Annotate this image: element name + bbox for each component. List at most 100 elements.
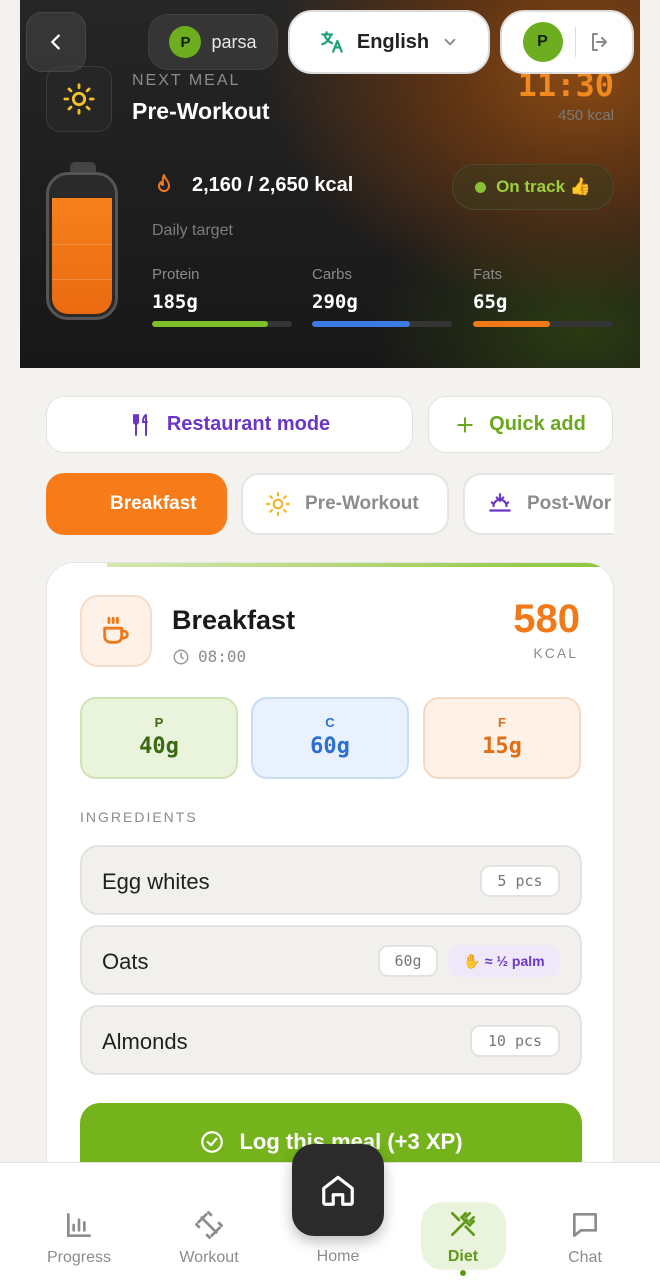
restaurant-mode-label: Restaurant mode: [166, 413, 331, 435]
nav-progress[interactable]: Progress: [24, 1207, 134, 1267]
macro-key: F: [498, 715, 506, 730]
ingredient-qty: 60g: [378, 945, 438, 977]
meal-title: Breakfast: [172, 605, 296, 635]
dumbbell-icon: [195, 1211, 223, 1239]
next-meal-label: NEXT MEAL: [132, 72, 241, 89]
back-button[interactable]: [26, 12, 86, 72]
divider: [574, 27, 576, 57]
calorie-bottle-fill: [52, 197, 112, 314]
meal-card: Breakfast 08:00 580 KCAL P 40g C 60g F 1…: [46, 562, 614, 1202]
macro-progress-fill: [473, 321, 550, 327]
restaurant-mode-button[interactable]: Restaurant mode: [46, 396, 413, 453]
next-meal-kcal: 450 kcal: [558, 107, 614, 124]
macro-amount: 40g: [139, 734, 179, 759]
next-meal-sun-badge: [46, 66, 112, 132]
ingredient-qty: 5 pcs: [480, 865, 560, 897]
ingredient-name: Oats: [102, 949, 149, 974]
macro-value: 65g: [473, 291, 508, 313]
nav-label: Diet: [447, 1248, 479, 1265]
tab-label: Post-Wor: [527, 493, 612, 514]
home-icon: [322, 1175, 354, 1206]
card-accent-line: [107, 563, 613, 567]
macro-value: 185g: [152, 291, 198, 313]
daily-target-label: Daily target: [152, 222, 233, 239]
clock-icon: [173, 649, 189, 664]
chevron-down-icon: [444, 38, 456, 46]
nav-label: Workout: [179, 1249, 239, 1266]
avatar: P: [169, 26, 202, 58]
macro-value: 290g: [312, 291, 358, 313]
language-label: English: [356, 30, 430, 53]
nav-home-button[interactable]: [292, 1144, 384, 1236]
flame-icon: [158, 174, 170, 192]
macro-fats: Fats 65g: [473, 266, 613, 327]
active-indicator: [460, 1270, 466, 1276]
nav-chat[interactable]: Chat: [530, 1207, 640, 1267]
meal-time: 08:00: [172, 647, 246, 666]
tab-pre-workout[interactable]: Pre-Workout: [241, 473, 449, 535]
account-avatar: P: [522, 22, 563, 62]
ingredient-name: Almonds: [102, 1029, 188, 1054]
meal-kcal-unit: KCAL: [533, 645, 578, 661]
logout-icon[interactable]: [588, 30, 612, 54]
nav-home-label: Home: [316, 1248, 360, 1265]
tab-label: Pre-Workout: [305, 493, 419, 514]
user-name: parsa: [211, 31, 257, 52]
quick-add-label: Quick add: [489, 413, 586, 435]
macro-label: Fats: [473, 266, 503, 283]
calorie-summary: 2,160 / 2,650 kcal: [152, 172, 353, 198]
chat-icon: [573, 1213, 597, 1237]
portion-hint: ✋ ≈ ½ palm: [448, 945, 560, 977]
macro-label: Protein: [152, 266, 200, 283]
language-selector[interactable]: English: [288, 10, 490, 74]
status-text: On track 👍: [496, 177, 591, 196]
macro-label: Carbs: [312, 266, 353, 283]
nav-diet[interactable]: Diet: [408, 1206, 518, 1276]
macro-protein: Protein 185g: [152, 266, 292, 327]
macro-key: C: [325, 715, 335, 730]
check-circle-icon: [201, 1131, 224, 1153]
ingredient-name: Egg whites: [102, 869, 210, 894]
portion-hint-text: ≈ ½ palm: [484, 953, 545, 969]
user-chip[interactable]: P parsa: [148, 14, 278, 70]
tab-label: Breakfast: [110, 493, 197, 514]
ingredient-row[interactable]: Oats 60g ✋ ≈ ½ palm: [80, 925, 582, 995]
plus-icon: [457, 416, 473, 433]
tab-post-workout[interactable]: Post-Wor: [463, 473, 614, 535]
meal-kcal: 580: [513, 597, 580, 641]
next-meal-title: Pre-Workout: [132, 98, 270, 124]
status-dot: [475, 181, 487, 193]
meal-icon-badge: [80, 595, 152, 667]
cutlery-icon: [132, 413, 148, 436]
hand-icon: ✋: [463, 952, 481, 969]
ingredient-qty: 10 pcs: [470, 1025, 560, 1057]
macro-progress-bar: [473, 321, 613, 327]
translate-icon: [321, 31, 343, 53]
status-badge: On track 👍: [452, 164, 614, 210]
nav-label: Chat: [568, 1249, 602, 1266]
sunset-icon: [489, 493, 511, 512]
meal-fats-box: F 15g: [423, 697, 581, 779]
macro-progress-fill: [312, 321, 410, 327]
nav-label: Progress: [46, 1249, 112, 1266]
meal-carbs-box: C 60g: [251, 697, 409, 779]
tab-breakfast[interactable]: Breakfast: [46, 473, 227, 535]
ingredient-row[interactable]: Egg whites 5 pcs: [80, 845, 582, 915]
sun-icon: [266, 492, 290, 516]
macro-carbs: Carbs 290g: [312, 266, 452, 327]
calorie-bottle: [46, 172, 118, 320]
account-menu[interactable]: P: [500, 10, 634, 74]
macro-amount: 15g: [482, 734, 522, 759]
quick-add-button[interactable]: Quick add: [428, 396, 613, 453]
nav-workout[interactable]: Workout: [154, 1207, 264, 1267]
ingredients-heading: INGREDIENTS: [80, 809, 198, 825]
macro-key: P: [154, 715, 164, 730]
macro-amount: 60g: [310, 734, 350, 759]
fork-knife-icon: [451, 1212, 475, 1236]
meal-protein-box: P 40g: [80, 697, 238, 779]
coffee-icon: [103, 616, 129, 644]
macro-progress-bar: [152, 321, 292, 327]
sun-icon: [63, 83, 95, 115]
ingredient-row[interactable]: Almonds 10 pcs: [80, 1005, 582, 1075]
meal-time-value: 08:00: [198, 647, 247, 666]
